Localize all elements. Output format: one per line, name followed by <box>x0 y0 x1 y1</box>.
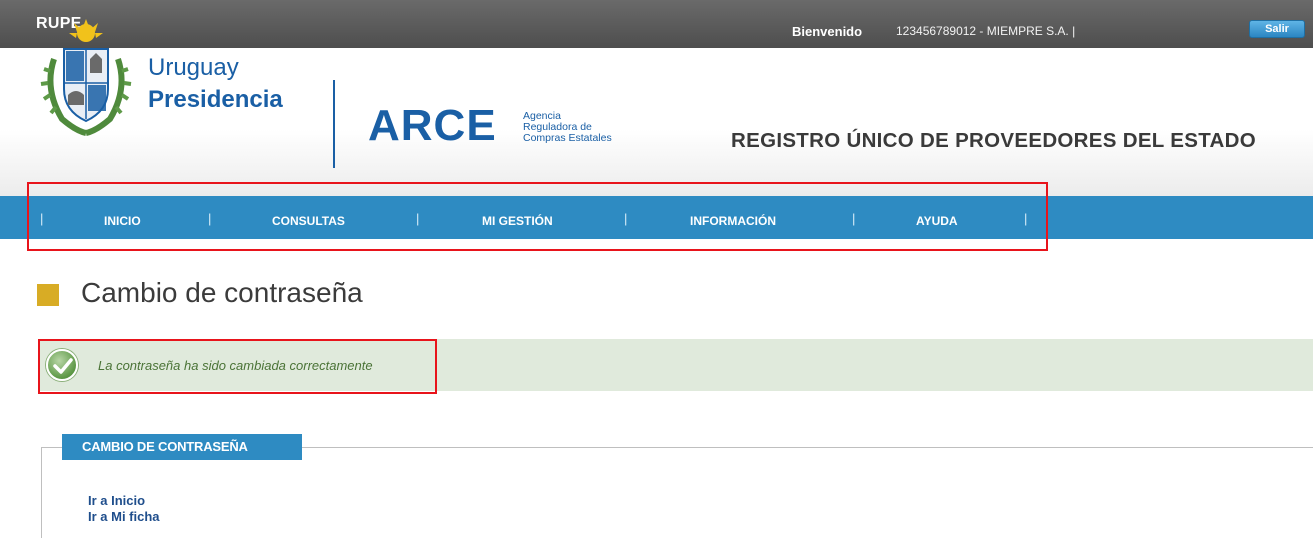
site-title: REGISTRO ÚNICO DE PROVEEDORES DEL ESTADO <box>731 129 1256 152</box>
arce-sub-line3: Compras Estatales <box>523 132 612 144</box>
nav-separator: | <box>40 211 44 226</box>
section-border-left <box>41 447 42 538</box>
coat-of-arms-icon <box>40 19 132 136</box>
top-bar: RUPE Bienvenido 123456789012 - MIEMPRE S… <box>0 0 1313 48</box>
page-title: Cambio de contraseña <box>81 277 363 308</box>
nav-item-inicio[interactable]: INICIO <box>104 214 141 228</box>
go-my-file-link[interactable]: Ir a Mi ficha <box>88 509 160 524</box>
check-circle-icon <box>46 349 78 381</box>
success-message-text: La contraseña ha sido cambiada correctam… <box>98 358 373 373</box>
presidency-line2: Presidencia <box>148 86 283 113</box>
section-title: CAMBIO DE CONTRASEÑA <box>62 434 302 460</box>
arce-logo: ARCE <box>368 101 497 150</box>
arce-subtitle: Agencia Reguladora de Compras Estatales <box>523 111 612 144</box>
presidency-line1: Uruguay <box>148 54 239 81</box>
user-info: 123456789012 - MIEMPRE S.A. | <box>896 24 1076 38</box>
title-marker <box>37 284 59 306</box>
go-home-link[interactable]: Ir a Inicio <box>88 493 145 508</box>
welcome-label: Bienvenido <box>792 24 863 39</box>
logo-divider <box>333 80 335 168</box>
nav-item-mi-gestion[interactable]: MI GESTIÓN <box>482 214 553 228</box>
nav-separator: | <box>852 211 856 226</box>
success-message: La contraseña ha sido cambiada correctam… <box>40 339 1313 391</box>
nav-separator: | <box>208 211 212 226</box>
nav-separator: | <box>1024 211 1028 226</box>
nav-separator: | <box>416 211 420 226</box>
nav-item-ayuda[interactable]: AYUDA <box>916 214 958 228</box>
nav-separator: | <box>624 211 628 226</box>
nav-item-informacion[interactable]: INFORMACIÓN <box>690 214 776 228</box>
main-nav: | INICIO | CONSULTAS | MI GESTIÓN | INFO… <box>0 196 1313 239</box>
logout-button[interactable]: Salir <box>1249 20 1305 38</box>
nav-item-consultas[interactable]: CONSULTAS <box>272 214 345 228</box>
